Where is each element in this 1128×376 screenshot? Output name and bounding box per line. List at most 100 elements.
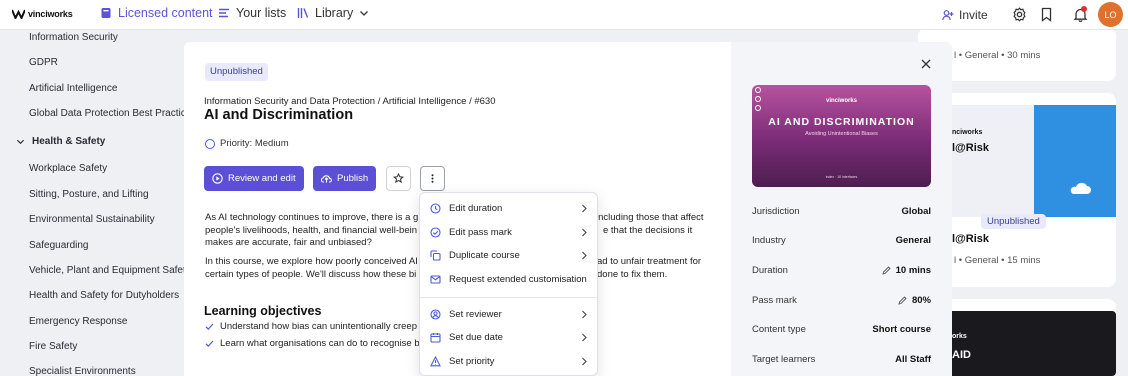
objective-text: Learn what organisations can do to recog…: [220, 338, 422, 349]
menu-item-edit-pass-mark[interactable]: Edit pass mark: [430, 227, 590, 238]
detail-row-content-type: Content type Short course: [752, 324, 931, 335]
chevron-right-icon: [582, 228, 587, 237]
sidebar-group-health-safety[interactable]: Health & Safety: [16, 136, 105, 147]
priority-indicator: Priority: Medium: [205, 138, 289, 149]
button-label: Publish: [337, 173, 369, 184]
detail-value: Short course: [872, 324, 931, 335]
publish-button[interactable]: Publish: [313, 166, 377, 191]
button-label: Review and edit: [228, 173, 296, 184]
thumbnail-subtitle: Avoiding Unintentional Biases: [805, 131, 878, 137]
description-text: ad to unfair treatment for: [597, 256, 702, 267]
edit-pencil-icon[interactable]: [881, 266, 891, 275]
sidebar-item-fire-safety[interactable]: Fire Safety: [29, 341, 77, 352]
sidebar-item-workplace-safety[interactable]: Workplace Safety: [29, 163, 107, 174]
menu-item-set-due-date[interactable]: Set due date: [430, 332, 590, 343]
card-brand: orks: [952, 333, 967, 340]
mail-icon: [430, 275, 441, 284]
card-title: l@Risk: [952, 233, 990, 245]
card-thumb-title: l@Risk: [952, 142, 990, 154]
card-status-badge: Unpublished: [981, 214, 1046, 229]
objective-text: Understand how bias can unintentionally …: [220, 321, 422, 332]
description-text: In this course, we explore how poorly co…: [205, 256, 418, 267]
sidebar-item-safeguarding[interactable]: Safeguarding: [29, 240, 89, 251]
thumbnail-title: AI AND DISCRIMINATION: [768, 116, 915, 128]
copy-icon: [430, 250, 441, 261]
brand-logo[interactable]: vinciworks: [12, 9, 73, 19]
review-and-edit-button[interactable]: Review and edit: [204, 166, 304, 191]
menu-item-set-priority[interactable]: Set priority: [430, 356, 590, 367]
library-icon: [297, 8, 309, 18]
avatar[interactable]: LO: [1098, 2, 1123, 27]
menu-item-duplicate-course[interactable]: Duplicate course: [430, 250, 590, 261]
detail-value: 80%: [911, 295, 931, 306]
invite-button[interactable]: Invite: [942, 8, 988, 22]
sidebar-item-global-data-protection[interactable]: Global Data Protection Best Practice: [29, 108, 191, 119]
thumbnail-brand: vinciworks: [825, 98, 857, 104]
menu-item-label: Set reviewer: [449, 309, 502, 320]
detail-row-target-learners: Target learners All Staff: [752, 354, 931, 365]
sidebar-item-specialist-environments[interactable]: Specialist Environments: [29, 366, 136, 376]
learning-objectives-heading: Learning objectives: [204, 304, 322, 318]
user-circle-icon: [430, 309, 441, 320]
chevron-down-icon: [16, 139, 25, 145]
sidebar-item-information-security[interactable]: Information Security: [29, 32, 118, 43]
menu-item-label: Edit duration: [449, 203, 503, 214]
chevron-right-icon: [582, 310, 587, 319]
card-brand: nciworks: [952, 129, 983, 136]
course-thumbnail: vinciworks AI AND DISCRIMINATION Avoidin…: [752, 85, 931, 187]
nav-library[interactable]: Library: [297, 6, 369, 20]
top-bar: vinciworks Licensed content Your lists L…: [0, 0, 1128, 30]
close-icon[interactable]: [920, 58, 932, 70]
sidebar-item-gdpr[interactable]: GDPR: [29, 57, 58, 68]
sidebar-item-dutyholders[interactable]: Health and Safety for Dutyholders: [29, 290, 179, 301]
list-icon: [219, 8, 229, 18]
detail-value: Global: [901, 206, 931, 217]
sidebar-item-emergency-response[interactable]: Emergency Response: [29, 316, 127, 327]
more-vertical-icon: [431, 174, 434, 183]
chevron-right-icon: [582, 333, 587, 342]
edit-pencil-icon[interactable]: [898, 296, 907, 305]
notification-dot: [1081, 6, 1087, 12]
category-sidebar: Information Security GDPR Artificial Int…: [0, 30, 195, 376]
vinciworks-logo-icon: [12, 9, 25, 19]
settings-gear-icon[interactable]: [1012, 7, 1027, 22]
description-text: e that the decisions it: [603, 224, 693, 236]
sidebar-item-vehicle-plant[interactable]: Vehicle, Plant and Equipment Safety: [29, 265, 191, 276]
detail-row-pass-mark: Pass mark 80%: [752, 295, 931, 306]
menu-item-request-extended-customisation[interactable]: Request extended customisation: [430, 274, 590, 285]
detail-label: Jurisdiction: [752, 206, 800, 217]
play-circle-icon: [212, 173, 223, 184]
learning-objective-item: Understand how bias can unintentionally …: [205, 321, 422, 332]
card-meta: l • General • 30 mins: [954, 50, 1041, 61]
detail-row-industry: Industry General: [752, 235, 931, 246]
sidebar-item-sitting-posture[interactable]: Sitting, Posture, and Lifting: [29, 189, 149, 200]
chevron-right-icon: [582, 204, 587, 213]
card-thumbnail-panel: [1034, 105, 1116, 217]
cloud-icon: [1070, 182, 1091, 194]
nav-licensed-content[interactable]: Licensed content: [100, 6, 213, 20]
card-meta: l • General • 15 mins: [954, 255, 1041, 266]
nav-label: Licensed content: [118, 6, 213, 20]
menu-item-label: Set due date: [449, 332, 503, 343]
invite-label: Invite: [959, 8, 988, 22]
description-text: including those that affect: [596, 212, 704, 223]
nav-your-lists[interactable]: Your lists: [218, 6, 286, 20]
priority-label: Priority: Medium: [220, 138, 289, 149]
menu-item-label: Request extended customisation: [449, 274, 587, 285]
detail-label: Pass mark: [752, 295, 797, 306]
sidebar-item-environmental-sustainability[interactable]: Environmental Sustainability: [29, 214, 155, 225]
favourite-button[interactable]: [386, 166, 411, 191]
menu-item-edit-duration[interactable]: Edit duration: [430, 203, 590, 214]
bookmark-icon[interactable]: [1039, 7, 1054, 22]
detail-value: General: [895, 235, 931, 246]
card-thumb-title: AID: [952, 349, 971, 361]
menu-item-set-reviewer[interactable]: Set reviewer: [430, 309, 590, 320]
more-options-button[interactable]: [420, 166, 445, 191]
menu-item-label: Edit pass mark: [449, 227, 512, 238]
detail-label: Target learners: [752, 354, 816, 365]
chevron-right-icon: [582, 251, 587, 260]
sidebar-item-artificial-intelligence[interactable]: Artificial Intelligence: [29, 83, 117, 94]
sidebar-group-label: Health & Safety: [32, 136, 106, 147]
calendar-icon: [430, 333, 441, 343]
book-icon: [101, 8, 111, 18]
